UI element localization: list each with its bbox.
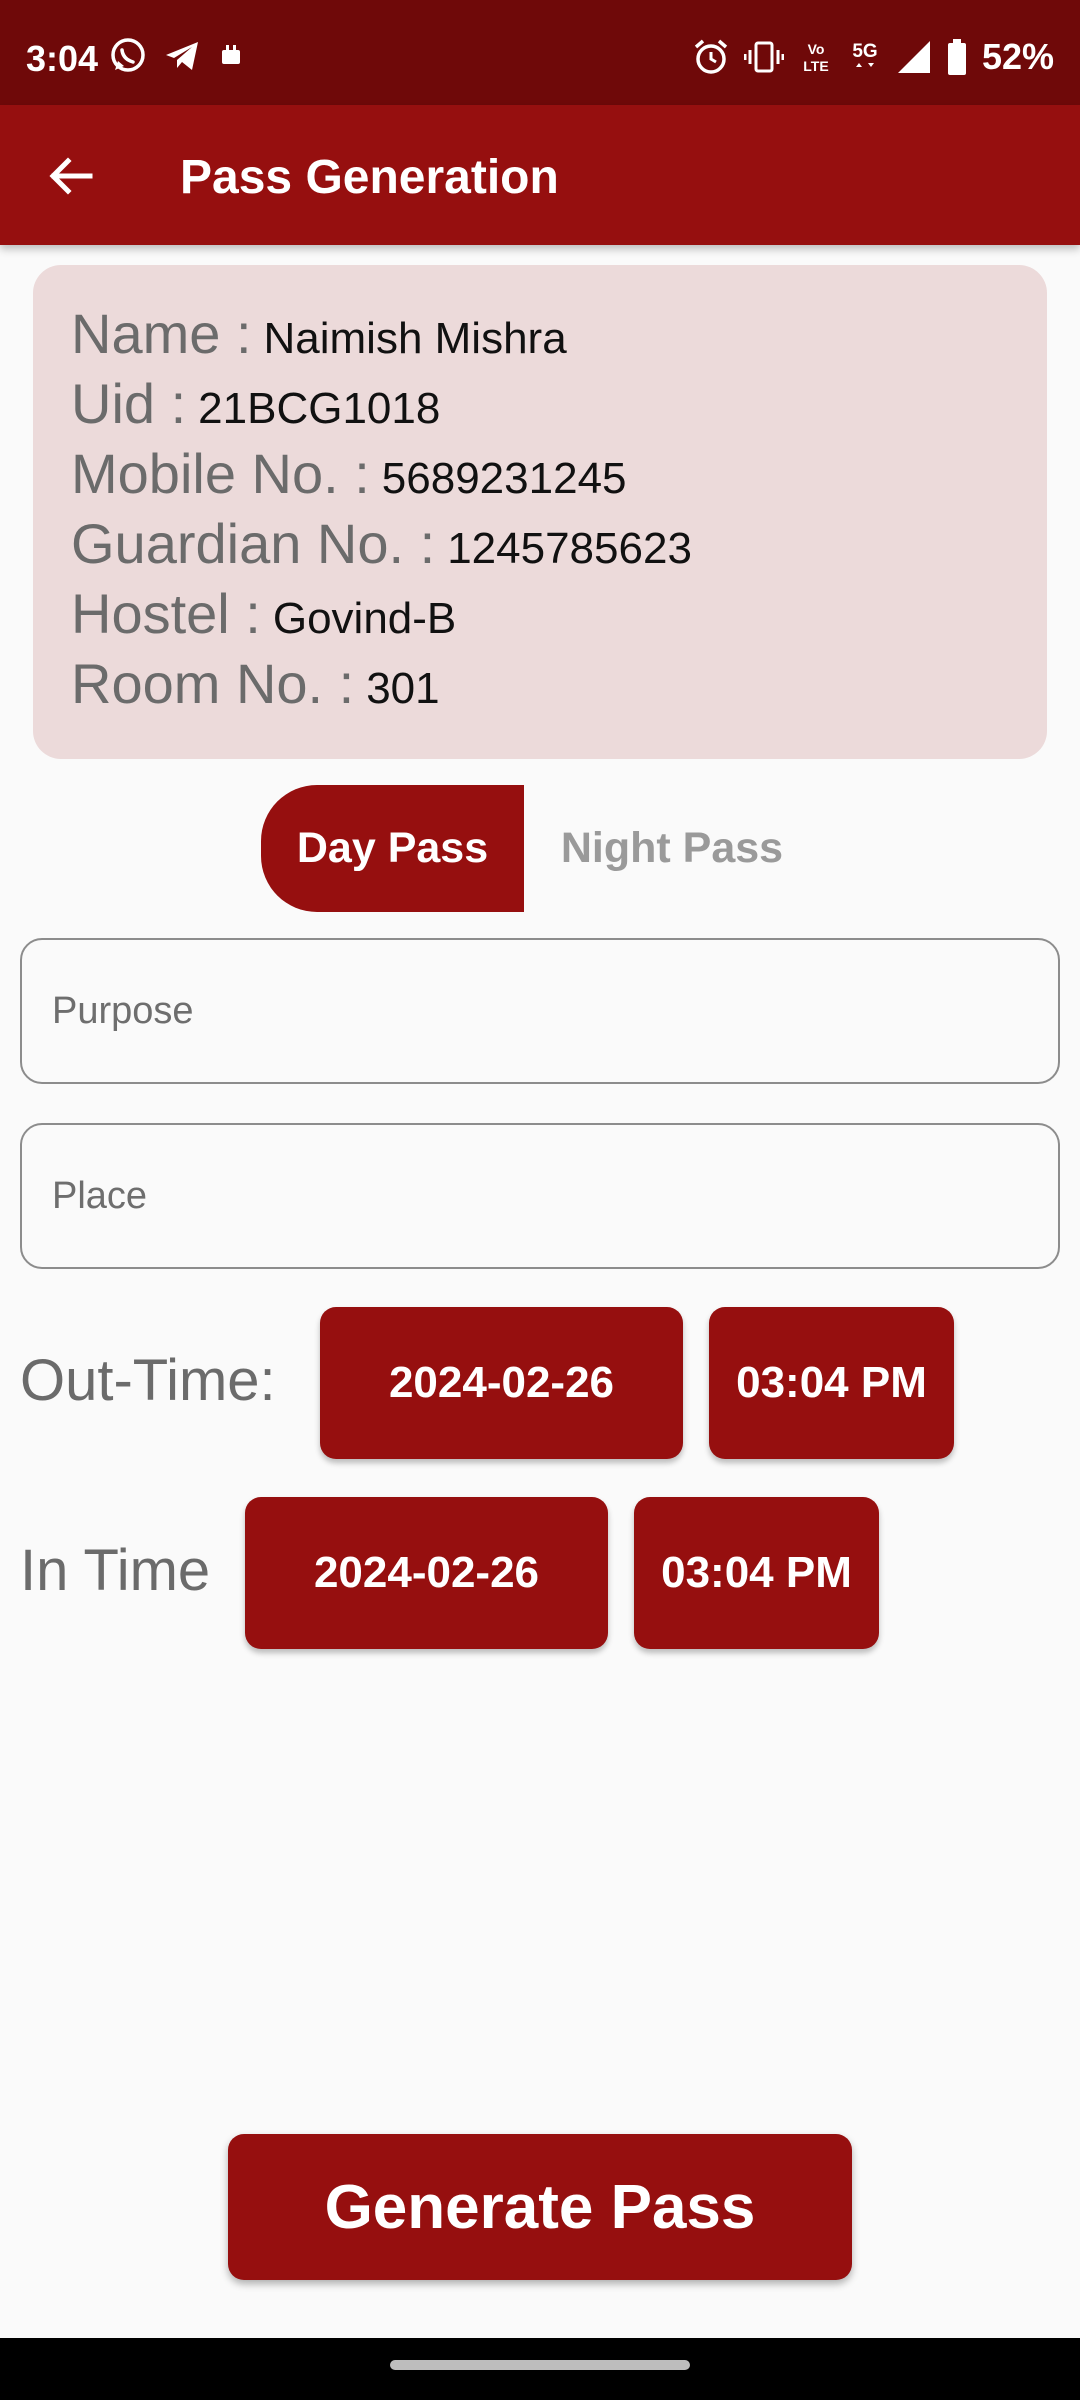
volte-icon: Vo LTE xyxy=(803,41,828,74)
svg-text:5G: 5G xyxy=(852,41,877,62)
name-value: Naimish Mishra xyxy=(263,314,567,363)
place-input[interactable] xyxy=(22,1125,1058,1267)
arrow-left-icon[interactable] xyxy=(40,145,102,207)
day-pass-tab[interactable]: Day Pass xyxy=(261,785,524,912)
guardian-label: Guardian No. : xyxy=(71,512,436,575)
notification-icon xyxy=(222,45,240,64)
battery-percentage: 52% xyxy=(981,36,1054,77)
uid-label: Uid : xyxy=(71,372,187,435)
mobile-value: 5689231245 xyxy=(381,454,627,503)
svg-text:LTE: LTE xyxy=(803,58,828,74)
purpose-input[interactable] xyxy=(22,940,1058,1082)
out-time-label: Out-Time: xyxy=(20,1348,276,1413)
purpose-field xyxy=(20,938,1060,1084)
night-pass-tab[interactable]: Night Pass xyxy=(524,785,820,912)
whatsapp-icon xyxy=(111,38,145,72)
signal-icon xyxy=(897,41,930,73)
battery-icon xyxy=(947,39,966,75)
app-bar: Pass Generation xyxy=(0,105,1080,245)
in-date-button[interactable]: 2024-02-26 xyxy=(245,1497,608,1649)
out-date-button[interactable]: 2024-02-26 xyxy=(320,1307,683,1459)
room-value: 301 xyxy=(366,664,440,713)
guardian-value: 1245785623 xyxy=(447,524,692,573)
info-row-uid: Uid : 21BCG1018 xyxy=(71,371,1047,441)
room-label: Room No. : xyxy=(71,652,355,715)
status-time: 3:04 xyxy=(26,38,99,79)
in-time-button[interactable]: 03:04 PM xyxy=(634,1497,879,1649)
page-title: Pass Generation xyxy=(180,151,559,204)
status-system-icons: Vo LTE 5G 52% xyxy=(692,36,1054,78)
info-row-room: Room No. : 301 xyxy=(71,651,1047,721)
svg-text:Vo: Vo xyxy=(808,41,825,57)
mobile-label: Mobile No. : xyxy=(71,442,370,505)
info-row-guardian: Guardian No. : 1245785623 xyxy=(71,511,1047,581)
hostel-label: Hostel : xyxy=(71,582,261,645)
out-time-button[interactable]: 03:04 PM xyxy=(709,1307,954,1459)
navigation-bar xyxy=(0,2338,1080,2400)
alarm-icon xyxy=(694,39,728,74)
status-bar: 3:04 Vo LTE 5G 52% xyxy=(0,0,1080,105)
place-field xyxy=(20,1123,1060,1269)
hostel-value: Govind-B xyxy=(272,594,457,643)
name-label: Name : xyxy=(71,302,252,365)
in-time-label: In Time xyxy=(20,1538,211,1603)
uid-value: 21BCG1018 xyxy=(198,384,441,433)
student-info-card: Name : Naimish Mishra Uid : 21BCG1018 Mo… xyxy=(33,265,1047,759)
info-row-mobile: Mobile No. : 5689231245 xyxy=(71,441,1047,511)
telegram-icon xyxy=(166,42,198,70)
info-row-name: Name : Naimish Mishra xyxy=(71,301,1047,371)
5g-icon: 5G xyxy=(852,41,878,67)
pass-type-toggle: Day Pass Night Pass xyxy=(261,785,820,912)
home-indicator[interactable] xyxy=(390,2360,690,2370)
info-row-hostel: Hostel : Govind-B xyxy=(71,581,1047,651)
vibrate-icon xyxy=(743,41,784,73)
status-notification-icons xyxy=(108,36,246,76)
generate-pass-button[interactable]: Generate Pass xyxy=(228,2134,852,2280)
